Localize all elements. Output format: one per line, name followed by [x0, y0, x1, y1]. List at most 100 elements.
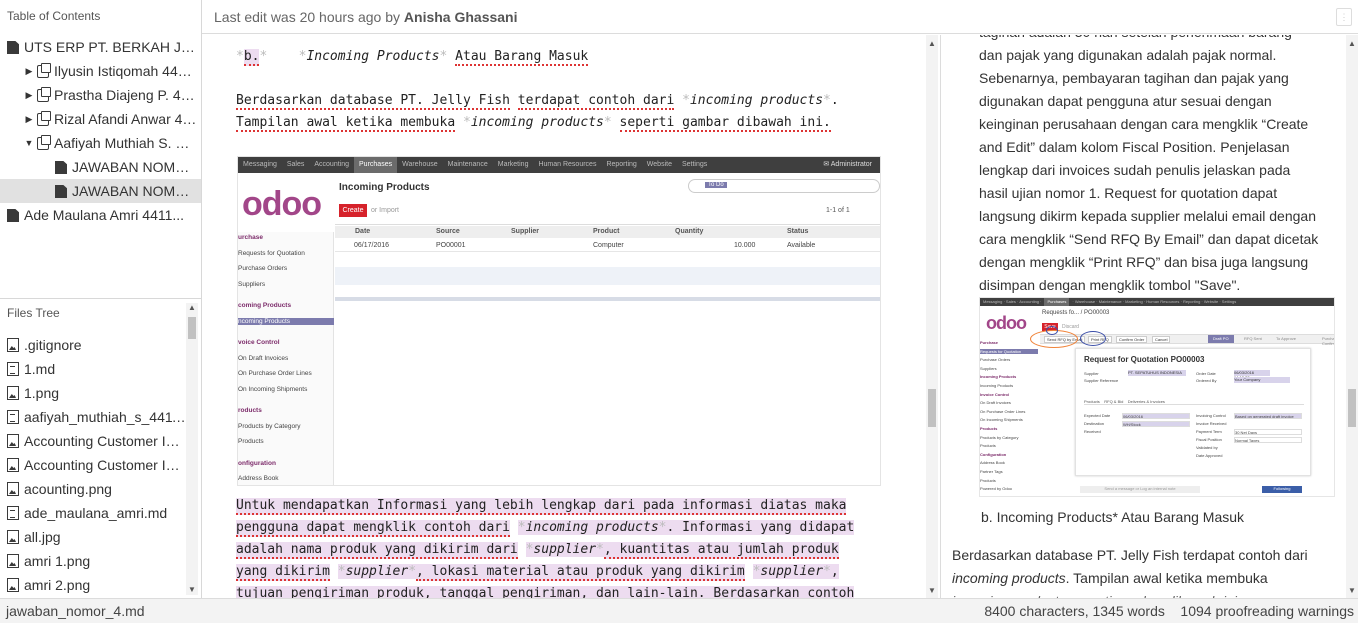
odoo-column-header: Source — [436, 228, 460, 235]
field-label: Order Date — [1196, 371, 1216, 376]
file-item[interactable]: amri 2.png — [0, 573, 186, 597]
text-run: . — [830, 93, 839, 108]
document-menu-button[interactable]: ⋮ — [1336, 8, 1352, 26]
file-item[interactable]: Accounting Customer Inv... — [0, 453, 186, 477]
text-file-icon — [7, 410, 19, 424]
editor-line: adalah nama produk yang dikirim dari *su… — [236, 542, 839, 559]
file-item[interactable]: ade_maulana_amri.md — [0, 501, 186, 525]
scroll-up-icon[interactable]: ▲ — [186, 303, 198, 313]
heading-em: Incoming Products — [306, 49, 440, 64]
file-item[interactable]: 1.png — [0, 381, 186, 405]
odoo-create-button: Create — [339, 204, 367, 217]
toc-item[interactable]: ▼ Aafiyah Muthiah S. 4411... — [0, 131, 201, 155]
odoo-sidebar-item: Suppliers — [980, 365, 997, 371]
annotation-circle-save — [1046, 326, 1058, 335]
file-item[interactable]: 1.md — [0, 357, 186, 381]
file-item[interactable]: all.jpg — [0, 525, 186, 549]
odoo-sidebar-item: Products by Category — [238, 422, 301, 430]
odoo-sidebar-item: Requests for Quotation — [238, 249, 305, 257]
odoo-form-field: Received — [1084, 429, 1194, 436]
preview-scrollbar[interactable]: ▲ ▼ — [1346, 35, 1358, 598]
odoo-sidebar: urchase Requests for Quotation Purchase Or… — [238, 232, 334, 485]
toc-item-label: Rizal Afandi Anwar 4411... — [54, 111, 197, 127]
odoo-sidebar: Purchase Requests for Quotation Purchase O… — [980, 340, 1038, 496]
notebook-icon — [37, 111, 51, 126]
odoo-logo: odoo — [242, 185, 322, 223]
file-item[interactable]: acounting.png — [0, 477, 186, 501]
file-item-label: amri 2.png — [24, 577, 91, 593]
editor-heading-line: *b.* *Incoming Products* Atau Barang Mas… — [236, 49, 589, 66]
preview-line: Berdasarkan database PT. Jelly Fish terd… — [952, 547, 1308, 563]
odoo-sidebar-item: Requests for Quotation — [980, 348, 1038, 354]
preview-line: hasil ujian nomor 1. Request for quotati… — [979, 185, 1278, 201]
preview-line: dengan mengklik “Print RFQ” dan bisa jug… — [979, 254, 1309, 270]
editor-scrollbar-thumb[interactable] — [928, 389, 936, 427]
preview-scrollbar-thumb[interactable] — [1348, 389, 1356, 427]
image-file-icon — [7, 338, 19, 352]
text-run: terdapat contoh dari — [517, 93, 675, 110]
toc-item[interactable]: UTS ERP PT. BERKAH JAYA — [0, 35, 201, 59]
odoo-table-row: 06/17/2016 PO00001 Computer 10.000 Available — [335, 239, 880, 252]
odoo-pager: 1-1 of 1 — [826, 207, 850, 214]
odoo-sidebar-item: Address Book — [980, 460, 1005, 466]
odoo-form-sheet: Request for Quotation PO00003 Supplier P… — [1075, 348, 1311, 476]
files-scrollbar-thumb[interactable] — [188, 317, 196, 339]
odoo-menu-item: Warehouse — [402, 161, 438, 168]
last-edit-info: Last edit was 20 hours ago by Anisha Gha… — [214, 9, 518, 25]
markdown-preview: tagihan adalah 30 hari setelah penerimaa… — [941, 35, 1358, 598]
odoo-sidebar-item: On Incoming Shipments — [980, 417, 1023, 423]
files-scrollbar[interactable]: ▲ ▼ — [186, 303, 198, 595]
odoo-sidebar-item: Purchase Orders — [238, 265, 288, 272]
odoo-sidebar-item: On Purchase Order Lines — [238, 370, 312, 377]
chevron-down-icon[interactable]: ▼ — [24, 131, 34, 155]
odoo-sidebar-item: roducts — [238, 407, 262, 414]
odoo-sidebar-item: Suppliers — [238, 280, 266, 288]
image-file-icon — [7, 386, 19, 400]
odoo-sidebar-item: On Purchase Order Lines — [980, 408, 1026, 414]
file-item-label: amri 1.png — [24, 553, 91, 569]
chevron-right-icon[interactable]: ▶ — [24, 107, 34, 131]
chevron-right-icon[interactable]: ▶ — [24, 59, 34, 83]
file-item[interactable]: .gitignore — [0, 333, 186, 357]
md-mark: * — [439, 49, 448, 64]
toc-item[interactable]: ▶ Rizal Afandi Anwar 4411... — [0, 107, 201, 131]
file-item-label: .gitignore — [24, 337, 82, 353]
text-em: supplier — [533, 542, 597, 557]
panel-divider[interactable] — [0, 298, 201, 299]
scroll-down-icon[interactable]: ▼ — [926, 586, 938, 596]
odoo-cell: Computer — [593, 242, 624, 249]
file-item[interactable]: Accounting Customer Inv... — [0, 429, 186, 453]
toc-item[interactable]: ▶ Ilyusin Istiqomah 4411... — [0, 59, 201, 83]
field-label: Supplier Reference — [1084, 378, 1119, 383]
toc-item[interactable]: JAWABAN NOMOR 1 — [0, 155, 201, 179]
file-item-label: all.jpg — [24, 529, 61, 545]
field-label: Date Approved — [1196, 453, 1223, 458]
odoo-column-header: Status — [787, 228, 809, 235]
scroll-up-icon[interactable]: ▲ — [926, 39, 938, 49]
toc-item[interactable]: ▶ Prastha Diajeng P. 4411... — [0, 83, 201, 107]
document-icon — [55, 185, 67, 198]
text-run: , kuantitas atau jumlah produk — [603, 542, 839, 559]
odoo-form-field: Invoicing Control Based on generated draf… — [1196, 413, 1306, 420]
odoo-menu-item: Sales — [286, 161, 305, 168]
field-value: Normal Taxes — [1234, 437, 1302, 443]
file-item-label: 1.md — [24, 361, 56, 377]
scroll-down-icon[interactable]: ▼ — [1346, 586, 1358, 596]
field-label: Ordered By — [1196, 378, 1217, 383]
files-tree: .gitignore 1.md 1.png aafiyah_muthiah_s_441… — [0, 333, 186, 597]
markdown-editor[interactable]: *b.* *Incoming Products* Atau Barang Mas… — [202, 35, 940, 598]
last-edit-author[interactable]: Anisha Ghassani — [404, 9, 518, 25]
incoming-products-screenshot: Messaging Sales Accounting Purchases Warehou… — [237, 156, 881, 486]
chevron-right-icon[interactable]: ▶ — [24, 83, 34, 107]
toc-item[interactable]: Ade Maulana Amri 4411... — [0, 203, 201, 227]
file-item-label: Accounting Customer Inv... — [24, 457, 186, 473]
editor-scrollbar[interactable]: ▲ ▼ — [926, 35, 938, 598]
file-item[interactable]: aafiyah_muthiah_s_4411... — [0, 405, 186, 429]
scroll-down-icon[interactable]: ▼ — [186, 585, 198, 595]
scroll-up-icon[interactable]: ▲ — [1346, 39, 1358, 49]
preview-line: Sebenarnya, pembayaran tagihan dan pajak… — [979, 70, 1289, 86]
file-item[interactable]: amri 1.png — [0, 549, 186, 573]
odoo-column-header: Product — [593, 228, 620, 235]
toc-item[interactable]: JAWABAN NOMOR 4 — [0, 179, 201, 203]
field-label: Invoicing Control — [1196, 413, 1226, 418]
